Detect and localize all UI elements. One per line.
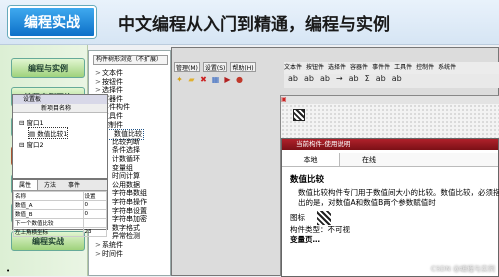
help-icon-label: 图标 bbox=[290, 213, 305, 222]
tree-item-label: 数字格式 bbox=[112, 224, 140, 232]
table-icon[interactable]: ▦ bbox=[210, 74, 221, 85]
property-table: 名称 设置 数值_A 0 数值_B 0 下一个数值比较 左上角横坐标 23 bbox=[13, 191, 107, 237]
table-row[interactable]: 数值_A 0 bbox=[14, 201, 107, 210]
settings-tree-window: 设置板 新项目名称 ⊟ 窗口1 ▤ 数值比较1 ⊟ 窗口2 bbox=[12, 94, 108, 179]
help-window: 当前构件-使用说明 本地 在线 数值比较 数值比较构件专门用于数值间大小的比较。… bbox=[281, 138, 499, 277]
tree-item-label: 选择件 bbox=[102, 86, 123, 94]
tab-properties[interactable]: 属性 bbox=[13, 180, 38, 190]
ide-menu-item[interactable]: 帮助(H) bbox=[230, 62, 255, 72]
component-menu-item[interactable]: 文本件 bbox=[284, 62, 302, 74]
tab-methods[interactable]: 方法 bbox=[38, 180, 62, 190]
component-menu-item[interactable]: 事件件 bbox=[372, 62, 390, 74]
tree-item-label: 文本件 bbox=[102, 69, 123, 77]
new-icon[interactable]: ✦ bbox=[174, 74, 185, 85]
help-icon-row: 图标 bbox=[290, 211, 499, 225]
tree-node-window2[interactable]: ⊟ 窗口2 bbox=[19, 139, 44, 149]
tree-node-window1[interactable]: ⊟ 窗口1 bbox=[19, 117, 44, 127]
help-type-text: 构件类型：不可视 bbox=[290, 225, 499, 235]
property-value[interactable]: 0 bbox=[83, 210, 106, 219]
tab-events[interactable]: 事件 bbox=[62, 180, 86, 190]
settings-window-title: 设置板 bbox=[13, 95, 107, 104]
help-tabs: 本地 在线 bbox=[282, 153, 498, 167]
tree-item-label: 字符串加密 bbox=[112, 215, 147, 223]
design-form[interactable]: ▣ 当前构件-使用说明 本地 在线 数值比较 数值比较构件专门用于数值间大小的比… bbox=[280, 95, 499, 276]
component-tool-icon[interactable]: ab bbox=[376, 74, 386, 88]
property-name: 数值_A bbox=[14, 201, 84, 210]
stop-icon[interactable]: ● bbox=[234, 74, 245, 85]
component-tool-icon[interactable]: Σ bbox=[365, 74, 370, 88]
property-value[interactable]: 0 bbox=[83, 201, 106, 210]
property-tabs: 属性 方法 事件 bbox=[13, 180, 107, 191]
component-menu-item[interactable]: 工具件 bbox=[394, 62, 412, 74]
help-more-text: 变量页… bbox=[290, 235, 499, 245]
component-toolbar: ababab→abΣabab bbox=[284, 74, 499, 88]
ide-toolbar: ✦▰✖▦▶● bbox=[174, 74, 278, 88]
tab-online[interactable]: 在线 bbox=[340, 153, 398, 166]
watermark: CSDN @编程与实例 bbox=[431, 264, 495, 274]
component-menu-item[interactable]: 容器件 bbox=[350, 62, 368, 74]
settings-column-header: 新项目名称 bbox=[13, 104, 107, 113]
property-value[interactable] bbox=[83, 219, 106, 228]
tab-local[interactable]: 本地 bbox=[282, 153, 340, 166]
tree-item-label: 字符串设置 bbox=[112, 207, 147, 215]
tree-item-label: 变量组 bbox=[112, 164, 133, 172]
ide-menu-item[interactable]: 管理(M) bbox=[174, 62, 200, 72]
property-name: 下一个数值比较 bbox=[14, 219, 84, 228]
component-menu-item[interactable]: 按钮件 bbox=[306, 62, 324, 74]
tree-item-label: 时间件 bbox=[102, 250, 123, 258]
form-icon: ▣ bbox=[281, 96, 287, 103]
tree-item-label: 条件选择 bbox=[112, 146, 140, 154]
component-icon bbox=[317, 211, 331, 225]
component-tool-icon[interactable]: ab bbox=[304, 74, 314, 88]
tree-item-label: 字符串数组 bbox=[112, 189, 147, 197]
run-icon[interactable]: ▶ bbox=[222, 74, 233, 85]
tree-item-label: 比较判断 bbox=[112, 138, 140, 146]
column-header-name: 名称 bbox=[14, 192, 84, 201]
help-body: 数值比较构件专门用于数值间大小的比较。数值比较，必须指出的是，对数值A和数值B两… bbox=[290, 188, 499, 208]
nav-button-1[interactable]: 编程与实例 bbox=[11, 58, 85, 78]
table-row[interactable]: 左上角横坐标 23 bbox=[14, 228, 107, 237]
component-tool-icon[interactable]: ab bbox=[320, 74, 330, 88]
table-row[interactable]: 数值_B 0 bbox=[14, 210, 107, 219]
component-menu-item[interactable]: 选择件 bbox=[328, 62, 346, 74]
tree-item-label: 计数循环 bbox=[112, 155, 140, 163]
property-header-row: 名称 设置 bbox=[14, 192, 107, 201]
tree-item-label: 系统件 bbox=[102, 241, 123, 249]
component-menu-item[interactable]: 系统件 bbox=[438, 62, 456, 74]
component-placeholder-icon[interactable] bbox=[293, 109, 305, 121]
ide-menu-item[interactable]: 设置(S) bbox=[203, 62, 228, 72]
open-folder-icon[interactable]: ▰ bbox=[186, 74, 197, 85]
help-window-title: 当前构件-使用说明 bbox=[282, 139, 498, 150]
help-heading: 数值比较 bbox=[290, 175, 499, 185]
component-menubar: 文本件按钮件选择件容器件事件件工具件控制件系统件 bbox=[284, 62, 499, 74]
component-menu-item[interactable]: 控制件 bbox=[416, 62, 434, 74]
table-row[interactable]: 下一个数值比较 bbox=[14, 219, 107, 228]
page-marker: • bbox=[6, 267, 10, 275]
page-title: 中文编程从入门到精通，编程与实例 bbox=[118, 10, 390, 35]
delete-icon[interactable]: ✖ bbox=[198, 74, 209, 85]
component-tree-header: 构件树形浏览（不扩展） bbox=[93, 55, 168, 65]
property-name: 左上角横坐标 bbox=[14, 228, 84, 237]
tree-item-label: 时间计算 bbox=[112, 172, 140, 180]
component-tool-icon[interactable]: → bbox=[336, 74, 343, 88]
help-content: 数值比较 数值比较构件专门用于数值间大小的比较。数值比较，必须指出的是，对数值A… bbox=[290, 175, 499, 245]
property-name: 数值_B bbox=[14, 210, 84, 219]
site-logo[interactable]: 编程实战 bbox=[8, 6, 96, 38]
page-header: 编程实战 中文编程从入门到精通，编程与实例 bbox=[0, 0, 499, 45]
column-header-value: 设置 bbox=[83, 192, 106, 201]
tree-item-label: 字符串操作 bbox=[112, 198, 147, 206]
form-title-strip: ▣ bbox=[281, 96, 499, 104]
property-value[interactable]: 23 bbox=[83, 228, 106, 237]
component-tool-icon[interactable]: ab bbox=[288, 74, 298, 88]
tree-item-label: 按钮件 bbox=[102, 78, 123, 86]
component-tool-icon[interactable]: ab bbox=[392, 74, 402, 88]
property-window: 属性 方法 事件 名称 设置 数值_A 0 数值_B 0 下一个数值比较 左上角… bbox=[12, 179, 108, 230]
tree-item[interactable]: >时间件 bbox=[95, 250, 123, 259]
tree-item-label: 公用数据 bbox=[112, 181, 140, 189]
ide-menubar: 管理(M)设置(S)帮助(H) bbox=[174, 62, 278, 72]
component-tool-icon[interactable]: ab bbox=[349, 74, 359, 88]
tree-item-label: 异常检测 bbox=[112, 232, 140, 240]
tree-node-compare1[interactable]: ▤ 数值比较1 bbox=[29, 128, 67, 138]
tree-toggle-icon[interactable]: > bbox=[95, 250, 102, 259]
